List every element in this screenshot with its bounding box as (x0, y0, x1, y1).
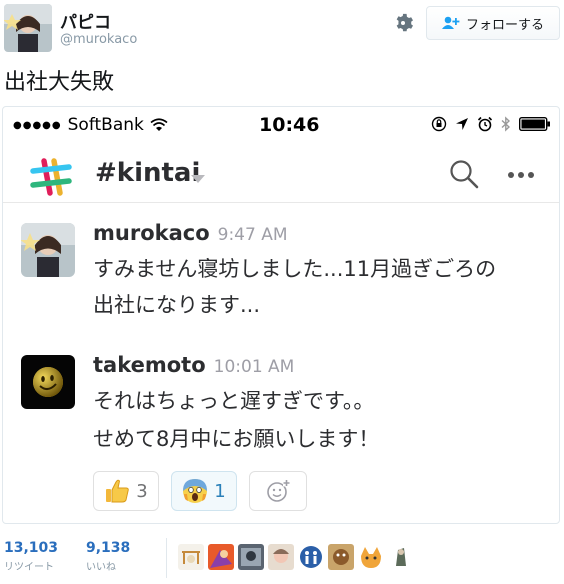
avatar[interactable] (388, 544, 414, 570)
more-options-icon[interactable] (507, 171, 535, 179)
message-author[interactable]: murokaco 9:47 AM (93, 221, 288, 245)
follow-label: フォローする (465, 17, 544, 33)
carrier: ●●●●● SoftBank (13, 115, 168, 135)
author-name[interactable]: murokaco (93, 221, 210, 245)
retweet-label: リツイート (4, 562, 54, 573)
battery-icon (519, 117, 550, 131)
retweet-stat[interactable]: 13,103 リツイート (4, 540, 58, 573)
avatar[interactable] (21, 355, 75, 409)
avatar[interactable] (238, 544, 264, 570)
reactions: 3 1 (93, 471, 307, 511)
alarm-icon (477, 116, 493, 132)
wifi-icon (150, 118, 168, 131)
signal-dots-icon: ●●●●● (13, 119, 62, 131)
channel-name[interactable]: #kintai (95, 158, 200, 188)
avatar[interactable] (358, 544, 384, 570)
add-reaction-button[interactable] (249, 471, 307, 511)
reaction-count: 1 (214, 480, 226, 502)
chevron-down-icon[interactable] (191, 175, 205, 183)
rotation-lock-icon (431, 116, 447, 132)
avatar[interactable] (298, 544, 324, 570)
retweet-count[interactable]: 13,103 (4, 540, 58, 556)
display-name[interactable]: パピコ (60, 8, 111, 33)
reaction-count: 3 (136, 480, 148, 502)
message-text: 出社になります... (93, 293, 261, 317)
liker-avatars (178, 544, 414, 570)
gear-icon[interactable] (392, 12, 414, 34)
thumbs-up-icon (106, 479, 130, 503)
slack-logo-icon[interactable] (29, 157, 73, 201)
divider (166, 538, 167, 578)
attached-screenshot[interactable]: ●●●●● SoftBank 10:46 #kintai murokaco 9:… (2, 106, 560, 524)
status-icons (431, 116, 551, 132)
slack-channel-header: #kintai (3, 145, 559, 203)
message-author[interactable]: takemoto 10:01 AM (93, 353, 294, 377)
tweet-header: パピコ @murokaco フォローする (0, 0, 564, 58)
message-timestamp[interactable]: 9:47 AM (218, 225, 288, 245)
add-user-icon (441, 16, 460, 29)
like-stat[interactable]: 9,138 いいね (86, 540, 130, 573)
avatar[interactable] (21, 223, 75, 277)
location-arrow-icon (456, 118, 468, 130)
add-reaction-icon (267, 479, 290, 502)
like-count[interactable]: 9,138 (86, 540, 130, 556)
avatar[interactable] (268, 544, 294, 570)
message-text: すみません寝坊しました...11月過ぎごろの (93, 257, 497, 281)
message-text: それはちょっと遅すぎです。。 (93, 389, 375, 413)
screaming-face-icon (183, 479, 208, 503)
search-icon[interactable] (449, 159, 479, 189)
follow-button[interactable]: フォローする (426, 6, 560, 40)
phone-clock: 10:46 (259, 114, 320, 136)
avatar[interactable] (178, 544, 204, 570)
message-timestamp[interactable]: 10:01 AM (214, 357, 295, 377)
message-text: せめて8月中にお願いします！ (93, 427, 380, 451)
tweet-text: 出社大失敗 (4, 70, 115, 95)
avatar[interactable] (328, 544, 354, 570)
phone-status-bar: ●●●●● SoftBank 10:46 (3, 107, 559, 143)
like-label: いいね (86, 562, 116, 573)
avatar[interactable] (208, 544, 234, 570)
user-avatar[interactable] (4, 4, 52, 52)
bluetooth-icon (501, 116, 511, 132)
reaction-thumbs-up[interactable]: 3 (93, 471, 159, 511)
reaction-screaming-face[interactable]: 1 (171, 471, 237, 511)
tweet-stats: 13,103 リツイート 9,138 いいね (0, 534, 564, 584)
carrier-name: SoftBank (67, 115, 144, 135)
author-name[interactable]: takemoto (93, 353, 206, 377)
user-handle[interactable]: @murokaco (60, 32, 137, 47)
